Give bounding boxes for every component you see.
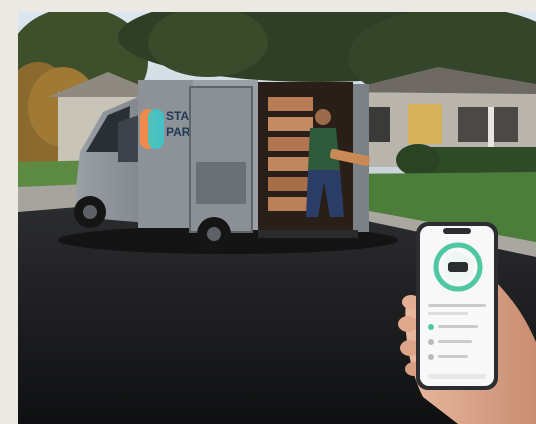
scene-svg: STAR PARC (18, 12, 536, 424)
van-icon (448, 262, 468, 272)
delivery-photo: STAR PARC (18, 12, 536, 424)
smartphone (416, 222, 498, 390)
image-frame: STAR PARC (0, 0, 536, 424)
